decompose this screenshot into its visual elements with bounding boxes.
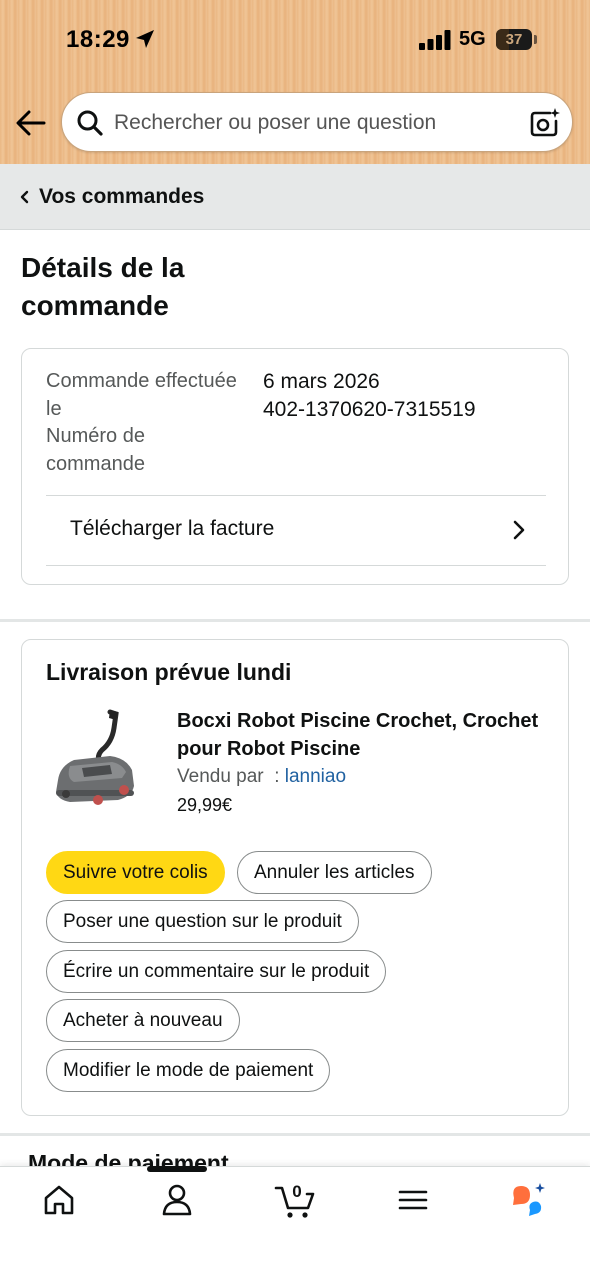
status-time: 18:29: [66, 26, 130, 53]
chevron-left-icon: [20, 190, 29, 204]
status-bar: 18:29 5G 37: [0, 0, 590, 80]
order-date-label: Commande effectuée le: [46, 370, 237, 420]
nav-account[interactable]: [155, 1180, 199, 1220]
summary-labels: Commande effectuée le Numéro de commande: [46, 368, 246, 478]
order-date-value: 6 mars 2026: [263, 370, 380, 393]
location-arrow-icon: [136, 30, 154, 48]
signal-icon: [419, 30, 451, 50]
summary-values: 6 mars 2026 402-1370620-7315519: [263, 368, 553, 423]
seller-prefix: Vendu par :: [177, 766, 285, 787]
change-payment-button[interactable]: Modifier le mode de paiement: [46, 1049, 331, 1092]
order-number-label: Numéro de commande: [46, 425, 145, 475]
nav-menu[interactable]: [391, 1180, 435, 1220]
breadcrumb[interactable]: Vos commandes: [0, 164, 590, 230]
order-summary-card: Commande effectuée le Numéro de commande…: [21, 348, 569, 585]
nav-cart[interactable]: 0: [274, 1180, 320, 1220]
nav-assistant[interactable]: [507, 1180, 551, 1220]
breadcrumb-label[interactable]: Vos commandes: [39, 185, 204, 209]
nav-home[interactable]: [37, 1180, 81, 1220]
home-icon: [44, 1185, 74, 1215]
assistant-icon: [513, 1183, 545, 1216]
track-package-button[interactable]: Suivre votre colis: [46, 851, 225, 894]
network-label: 5G: [459, 28, 486, 50]
cancel-items-button[interactable]: Annuler les articles: [237, 851, 432, 894]
battery-percent: 37: [505, 31, 523, 48]
search-icon: [77, 110, 103, 136]
battery-tip: [534, 35, 537, 44]
buy-again-button[interactable]: Acheter à nouveau: [46, 999, 240, 1042]
camera-icon[interactable]: [528, 107, 560, 139]
seller-link[interactable]: lanniao: [285, 766, 346, 787]
divider: [46, 565, 546, 566]
account-icon: [162, 1184, 192, 1216]
ask-question-button[interactable]: Poser une question sur le produit: [46, 900, 359, 943]
chevron-right-icon: [513, 520, 525, 540]
delivery-card: Livraison prévue lundi Bocxi Robot Pisci…: [21, 639, 569, 1116]
write-review-button[interactable]: Écrire un commentaire sur le produit: [46, 950, 387, 993]
search-input[interactable]: [114, 101, 514, 145]
menu-icon: [398, 1190, 428, 1210]
download-invoice-row[interactable]: Télécharger la facture: [46, 496, 546, 565]
back-arrow-icon[interactable]: [14, 108, 48, 138]
product-name[interactable]: Bocxi Robot Piscine Crochet, Crochet pou…: [177, 707, 547, 763]
product-image[interactable]: [52, 708, 142, 810]
page-title: Détails de la commande: [21, 252, 185, 321]
cart-count-badge: 0: [292, 1182, 302, 1201]
search-bar[interactable]: [61, 92, 573, 152]
order-number-value: 402-1370620-7315519: [263, 397, 476, 421]
seller-row: Vendu par : lanniao: [177, 766, 346, 788]
battery-icon: 37: [496, 29, 532, 50]
scroll-indicator: [147, 1166, 207, 1172]
section-separator: [0, 619, 590, 622]
app-header: 18:29 5G 37: [0, 0, 590, 164]
delivery-title: Livraison prévue lundi: [46, 659, 292, 685]
section-separator: [0, 1133, 590, 1136]
product-price: 29,99€: [177, 795, 233, 815]
download-invoice-label[interactable]: Télécharger la facture: [70, 517, 274, 541]
